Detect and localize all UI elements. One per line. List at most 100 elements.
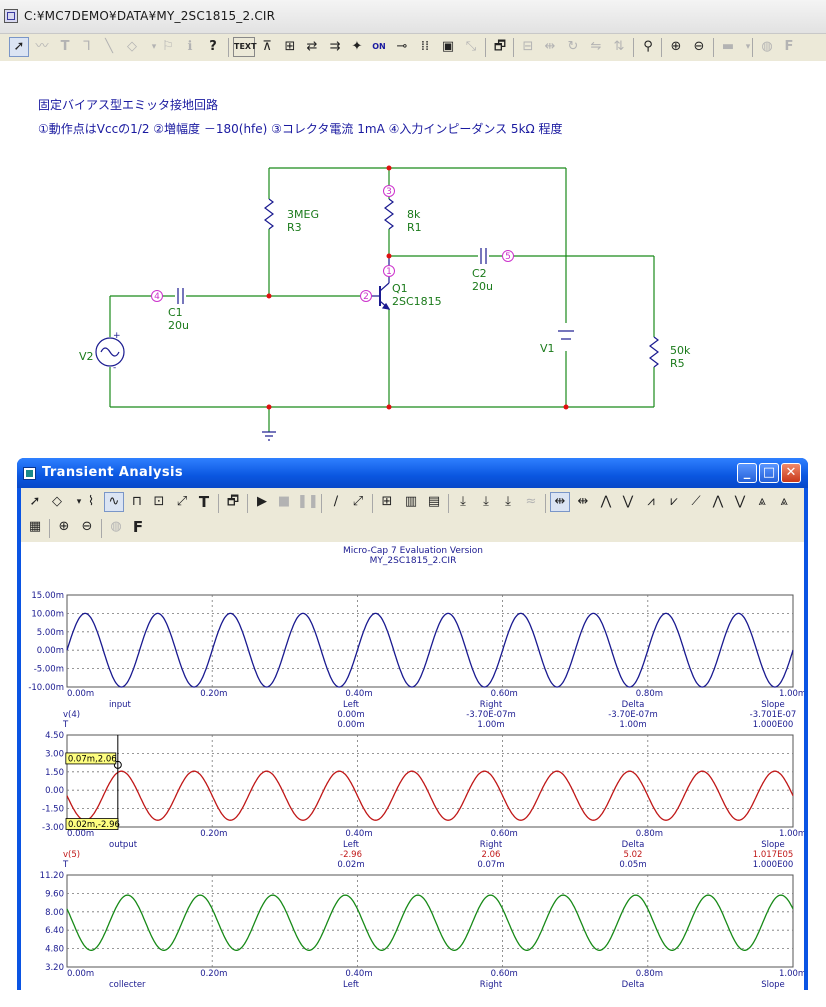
bottom-icon[interactable]: ⩓: [774, 492, 794, 512]
info-tool-icon[interactable]: ℹ: [180, 37, 200, 57]
zoom-out-icon[interactable]: ⊖: [689, 37, 709, 57]
v2-plus-label: +: [113, 331, 121, 341]
help-tool-icon[interactable]: ?: [203, 37, 223, 57]
top-icon[interactable]: ⩓: [752, 492, 772, 512]
plot-zoom-out-icon[interactable]: ⊖: [77, 517, 97, 537]
flag-tool-icon[interactable]: ⚐: [158, 37, 178, 57]
grid-icon[interactable]: ⁞⁞: [415, 37, 435, 57]
text-toggle-button[interactable]: TEXT: [233, 37, 257, 57]
power-icon[interactable]: ⇉: [325, 37, 345, 57]
readout-t-label: T: [62, 860, 69, 870]
pause-icon[interactable]: ❚❚: [297, 492, 319, 512]
cursor-both-icon[interactable]: ⤓: [498, 492, 518, 512]
node-2-label: 2: [363, 292, 369, 302]
global-high-icon[interactable]: ⋀: [708, 492, 728, 512]
rotate-icon[interactable]: ↻: [563, 37, 583, 57]
low-icon[interactable]: ⩗: [664, 492, 684, 512]
minimize-button[interactable]: _: [737, 463, 757, 483]
maximize-button[interactable]: □: [759, 463, 779, 483]
valley-icon[interactable]: ⋁: [618, 492, 638, 512]
tokens-icon[interactable]: ⊡: [149, 492, 169, 512]
next-simulation-icon[interactable]: ⇹: [573, 492, 593, 512]
data-points-icon[interactable]: ⊓: [127, 492, 147, 512]
cursor-clear-icon[interactable]: ≈: [521, 492, 541, 512]
plot-grid-icon[interactable]: ⊞: [377, 492, 397, 512]
analysis-window-title: Transient Analysis: [42, 465, 184, 480]
inflection-icon[interactable]: ⟋: [686, 492, 706, 512]
line-icon[interactable]: ∕: [326, 492, 346, 512]
mirror-icon[interactable]: ⇋: [586, 37, 606, 57]
plot-globe-icon[interactable]: ◍: [106, 517, 126, 537]
global-low-icon[interactable]: ⋁: [730, 492, 750, 512]
color-dropdown-icon[interactable]: ▾: [738, 37, 758, 57]
wire-tool-icon[interactable]: 〰: [32, 37, 52, 57]
select-tool-icon[interactable]: ➚: [9, 37, 29, 57]
shapes-icon[interactable]: ◇: [122, 37, 142, 57]
plot-text-tool-icon[interactable]: T: [194, 492, 214, 512]
zoom-in-icon[interactable]: ⊕: [666, 37, 686, 57]
close-button[interactable]: ✕: [781, 463, 801, 483]
cursor-left-icon[interactable]: ⤓: [453, 492, 473, 512]
node-3-label: 3: [386, 187, 392, 197]
plot-font-icon[interactable]: F: [128, 517, 148, 537]
globe-icon[interactable]: ◍: [757, 37, 777, 57]
orthogonal-wire-icon[interactable]: ⅂: [77, 37, 97, 57]
readout-t-value: 0.05m: [619, 860, 646, 870]
line-markers-icon[interactable]: ⤢: [348, 492, 368, 512]
color-fill-icon[interactable]: ▬: [718, 37, 738, 57]
resistor-r3-symbol: [264, 198, 274, 230]
y-tick-label: -5.00m: [34, 665, 64, 675]
x-tick-label: 1.00m: [779, 689, 804, 699]
transistor-q1-collector: [379, 282, 390, 292]
scale-icon[interactable]: ⌇: [81, 492, 101, 512]
pin-on-button[interactable]: ON: [369, 37, 389, 57]
readout-header: Right: [480, 980, 503, 990]
v2-name-label: V2: [79, 350, 94, 363]
condition-icon[interactable]: ✦: [347, 37, 367, 57]
rubberband-icon[interactable]: ⤢: [172, 492, 192, 512]
numeric-output-icon[interactable]: ▦: [25, 517, 45, 537]
readout-header: Right: [480, 700, 503, 710]
pin-connection-icon[interactable]: ⊸: [392, 37, 412, 57]
r5-value-label: 50k: [670, 344, 691, 357]
schematic-canvas[interactable]: 固定バイアス型エミッタ接地回路 ①動作点はVccの1/2 ②増幅度 －180(h…: [0, 61, 826, 458]
flip-vertical-icon[interactable]: ⇅: [609, 37, 629, 57]
waveform-icon[interactable]: ∿: [104, 492, 124, 512]
readout-t-value: 1.00m: [619, 720, 646, 730]
plot-select-icon[interactable]: ➚: [25, 492, 45, 512]
high-icon[interactable]: ⩘: [641, 492, 661, 512]
plot-zoom-in-icon[interactable]: ⊕: [54, 517, 74, 537]
font-icon[interactable]: F: [779, 37, 799, 57]
stop-icon[interactable]: ■: [274, 492, 294, 512]
node-voltage-icon[interactable]: ⊞: [280, 37, 300, 57]
x-tick-label: 1.00m: [779, 829, 804, 839]
y-tick-label: 0.00m: [37, 646, 64, 656]
diagonal-wire-icon[interactable]: ╲: [99, 37, 119, 57]
node-dots: [266, 165, 569, 410]
y-tick-label: 0.00: [45, 786, 64, 796]
plot-area[interactable]: Micro-Cap 7 Evaluation Version MY_2SC181…: [21, 542, 806, 1007]
find-icon[interactable]: ⚲: [638, 37, 658, 57]
peak-icon[interactable]: ⋀: [596, 492, 616, 512]
border-icon[interactable]: ▣: [438, 37, 458, 57]
align-icon[interactable]: ⊟: [518, 37, 538, 57]
plot-properties-icon[interactable]: 🗗: [223, 492, 243, 512]
flip-horizontal-icon[interactable]: ⇹: [540, 37, 560, 57]
horizontal-grid-icon[interactable]: ▤: [424, 492, 444, 512]
vertical-grid-icon[interactable]: ▥: [401, 492, 421, 512]
node-numbers-icon[interactable]: ⊼: [257, 37, 277, 57]
transient-analysis-window: Transient Analysis _ □ ✕ ➚ ◇ ▾ ⌇ ∿ ⊓ ⊡ ⤢…: [17, 458, 808, 1007]
current-icon[interactable]: ⇄: [302, 37, 322, 57]
x-tick-label: 0.00m: [67, 689, 94, 699]
cursor-right-icon[interactable]: ⤓: [476, 492, 496, 512]
text-tool-icon[interactable]: T: [55, 37, 75, 57]
run-icon[interactable]: ▶: [252, 492, 272, 512]
plot-shapes-icon[interactable]: ◇: [47, 492, 67, 512]
properties-icon[interactable]: 🗗: [490, 37, 510, 57]
readout-header: Slope: [761, 840, 785, 850]
probe-icon[interactable]: ⤡: [461, 37, 481, 57]
wires: [109, 167, 655, 432]
y-tick-label: -3.00: [42, 823, 64, 833]
readout-header: Delta: [622, 980, 645, 990]
cursor-mode-icon[interactable]: ⇹: [550, 492, 570, 512]
